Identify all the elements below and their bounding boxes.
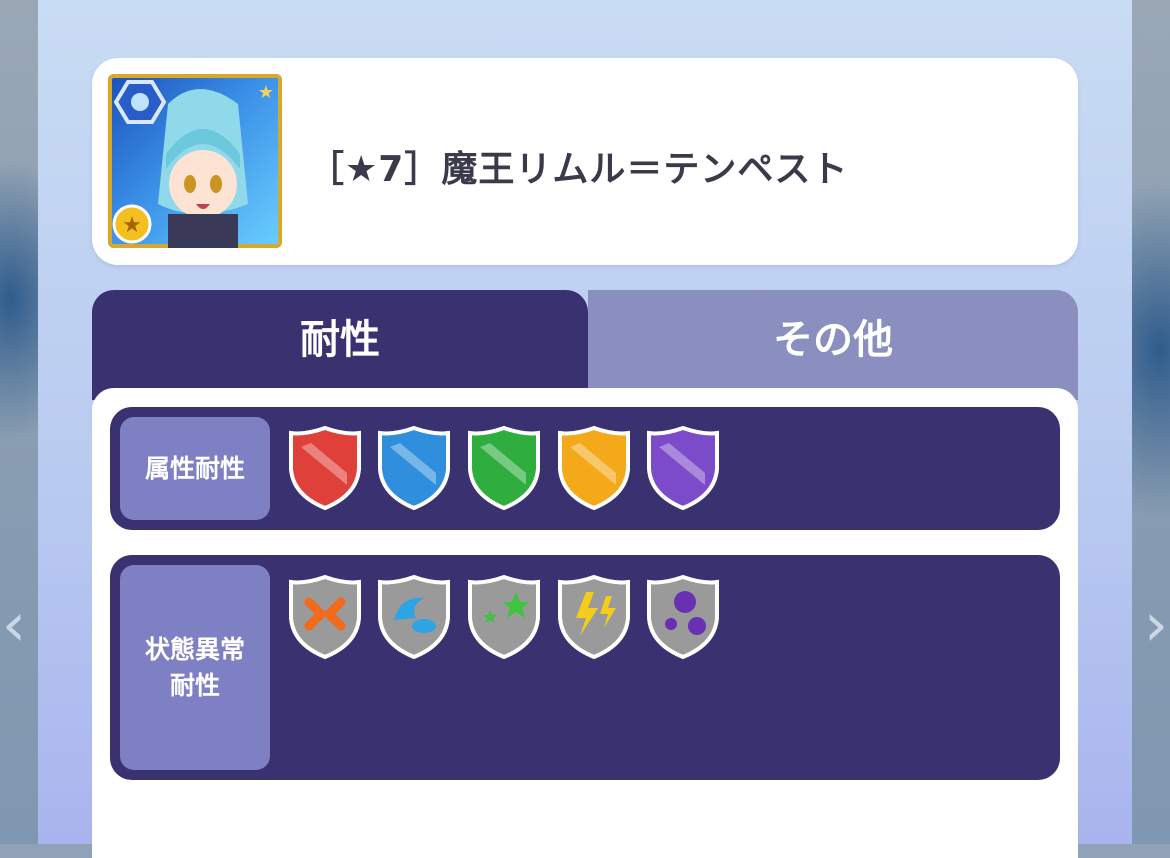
paralysis-shield-icon[interactable] [556,574,632,660]
status-label-line1: 状態異常 [144,634,245,664]
light-shield-icon[interactable] [556,425,632,511]
svg-text:★: ★ [122,213,142,238]
fire-shield-icon[interactable] [287,425,363,511]
dark-shield-icon[interactable] [645,425,721,511]
status-label-line2: 耐性 [169,670,220,700]
right-arrow-icon[interactable]: › [1136,590,1170,660]
svg-text:★: ★ [258,82,274,103]
sleep-shield-icon[interactable] [376,574,452,660]
character-name: ［★7］魔王リムル＝テンペスト [308,149,849,190]
attribute-resistance-label: 属性耐性 [120,417,270,520]
rimuru-portrait-icon: ★ ★ [108,74,282,248]
water-shield-icon[interactable] [376,425,452,511]
anger-shield-icon[interactable] [287,574,363,660]
tab-bar: 耐性 その他 [92,290,1078,400]
tab-resistance[interactable]: 耐性 [92,290,588,400]
left-arrow-icon[interactable]: ‹ [0,590,34,660]
wind-shield-icon[interactable] [466,425,542,511]
confusion-shield-icon[interactable] [466,574,542,660]
poison-shield-icon[interactable] [645,574,721,660]
status-resistance-label: 状態異常 耐性 [120,565,270,770]
tab-other[interactable]: その他 [588,290,1078,400]
